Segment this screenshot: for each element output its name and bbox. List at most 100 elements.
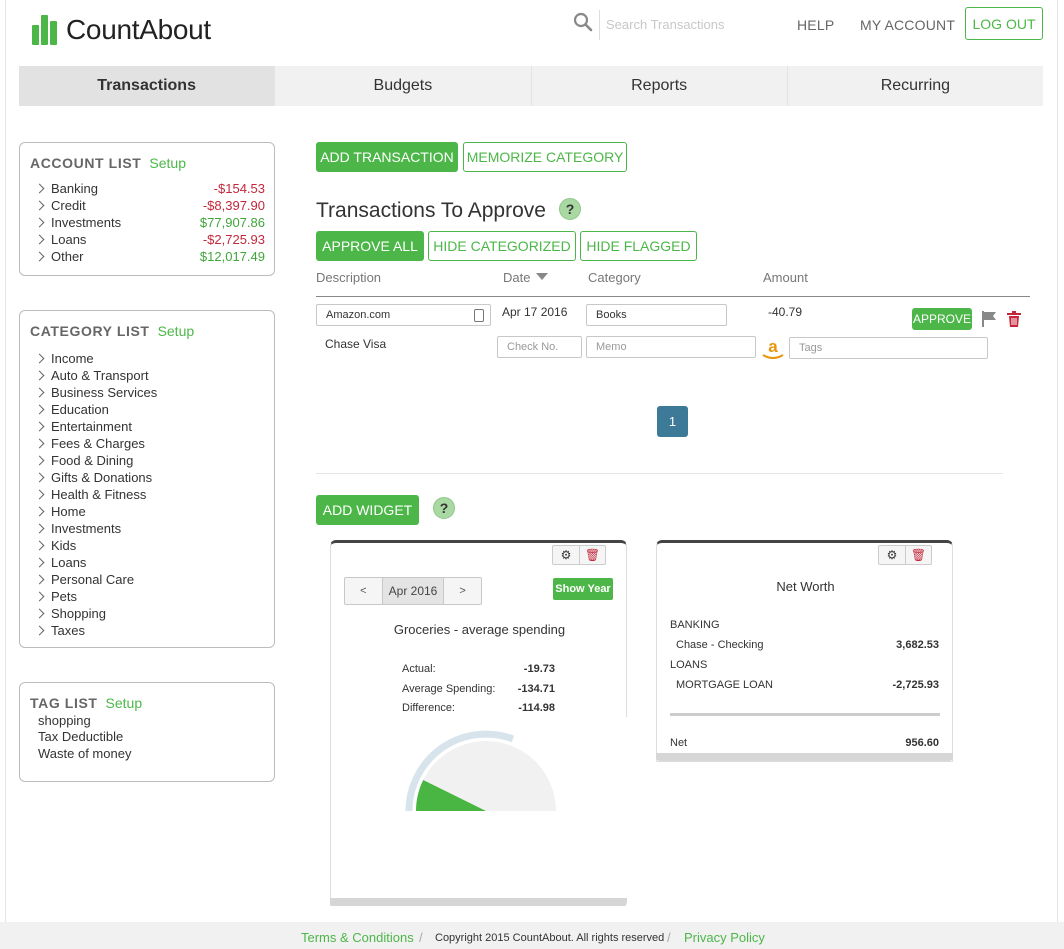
category-item[interactable]: Pets: [34, 588, 77, 605]
gear-icon[interactable]: ⚙: [879, 546, 905, 564]
account-item-investments[interactable]: Investments: [34, 214, 121, 231]
banking-account: Chase - Checking: [676, 639, 764, 651]
next-period-button[interactable]: >: [444, 578, 481, 604]
chevron-right-icon: [34, 404, 45, 415]
widget-toolbar: ⚙ 🗑: [552, 545, 606, 565]
account-setup-link[interactable]: Setup: [149, 155, 186, 171]
chevron-right-icon: [34, 438, 45, 449]
help-link[interactable]: HELP: [797, 17, 834, 33]
category-item[interactable]: Shopping: [34, 605, 106, 622]
hide-categorized-button[interactable]: HIDE CATEGORIZED: [428, 231, 576, 261]
category-item[interactable]: Loans: [34, 554, 86, 571]
approve-all-button[interactable]: APPROVE ALL: [316, 231, 424, 261]
column-category[interactable]: Category: [588, 270, 641, 285]
category-item[interactable]: Education: [34, 401, 109, 418]
net-value: 956.60: [905, 737, 939, 749]
widget-title: Groceries - average spending: [393, 622, 566, 637]
my-account-link[interactable]: MY ACCOUNT: [860, 17, 955, 33]
category-item[interactable]: Income: [34, 350, 94, 367]
transaction-amount: -40.79: [768, 305, 803, 319]
tag-item[interactable]: Tax Deductible: [38, 729, 123, 744]
account-item-banking[interactable]: Banking: [34, 180, 98, 197]
help-question-icon[interactable]: ?: [433, 497, 455, 519]
prev-period-button[interactable]: <: [345, 578, 382, 604]
tags-input[interactable]: Tags: [789, 337, 988, 359]
countabout-logo[interactable]: CountAbout: [32, 14, 211, 46]
logo-mark-icon: [32, 15, 58, 45]
search-icon[interactable]: [573, 12, 593, 32]
description-field[interactable]: Amazon.com: [316, 304, 491, 326]
edit-icon[interactable]: [474, 309, 484, 322]
loan-value: -2,725.93: [892, 679, 939, 691]
memo-input[interactable]: Memo: [586, 336, 756, 358]
category-item[interactable]: Auto & Transport: [34, 367, 149, 384]
add-widget-button[interactable]: ADD WIDGET: [316, 495, 419, 525]
category-field[interactable]: Books: [586, 304, 727, 326]
category-item[interactable]: Business Services: [34, 384, 157, 401]
category-item[interactable]: Taxes: [34, 622, 85, 639]
category-item[interactable]: Health & Fitness: [34, 486, 146, 503]
trash-icon[interactable]: 🗑: [579, 546, 605, 564]
trash-icon[interactable]: [1006, 310, 1022, 328]
chevron-right-icon: [34, 183, 45, 194]
category-item[interactable]: Investments: [34, 520, 121, 537]
approve-button[interactable]: APPROVE: [912, 308, 972, 330]
category-setup-link[interactable]: Setup: [158, 323, 195, 339]
privacy-link[interactable]: Privacy Policy: [684, 930, 765, 945]
column-date[interactable]: Date: [503, 270, 549, 285]
account-item-loans[interactable]: Loans: [34, 231, 86, 248]
chevron-right-icon: [34, 217, 45, 228]
trash-icon[interactable]: 🗑: [905, 546, 931, 564]
logout-button[interactable]: LOG OUT: [965, 7, 1043, 40]
category-item[interactable]: Food & Dining: [34, 452, 133, 469]
column-amount[interactable]: Amount: [763, 270, 808, 285]
tag-list-title: TAG LIST Setup: [30, 695, 143, 711]
category-item[interactable]: Home: [34, 503, 86, 520]
gear-icon[interactable]: ⚙: [553, 546, 579, 564]
help-question-icon[interactable]: ?: [559, 198, 581, 220]
page-1-button[interactable]: 1: [657, 406, 688, 437]
chevron-right-icon: [34, 523, 45, 534]
chevron-right-icon: [34, 455, 45, 466]
hide-flagged-button[interactable]: HIDE FLAGGED: [580, 231, 697, 261]
tag-item[interactable]: shopping: [38, 713, 91, 728]
account-list-title: ACCOUNT LIST Setup: [30, 155, 187, 171]
tag-setup-link[interactable]: Setup: [106, 695, 143, 711]
chevron-right-icon: [34, 387, 45, 398]
memorize-category-button[interactable]: MEMORIZE CATEGORY: [463, 142, 627, 172]
show-year-button[interactable]: Show Year: [553, 578, 613, 600]
chevron-right-icon: [34, 200, 45, 211]
loan-account: MORTGAGE LOAN: [676, 679, 773, 691]
check-number-input[interactable]: Check No.: [497, 336, 582, 358]
column-description[interactable]: Description: [316, 270, 381, 285]
category-item[interactable]: Personal Care: [34, 571, 134, 588]
difference-label: Difference:: [402, 702, 455, 714]
tab-recurring[interactable]: Recurring: [788, 66, 1043, 106]
category-item[interactable]: Kids: [34, 537, 76, 554]
groceries-widget: ⚙ 🗑 < Apr 2016 > Show Year Groceries - a…: [330, 540, 628, 909]
category-list-title: CATEGORY LIST Setup: [30, 323, 195, 339]
category-item[interactable]: Entertainment: [34, 418, 132, 435]
chevron-right-icon: [34, 591, 45, 602]
tag-item[interactable]: Waste of money: [38, 746, 131, 761]
period-selector: < Apr 2016 >: [344, 577, 482, 605]
tab-reports[interactable]: Reports: [532, 66, 788, 106]
tab-transactions[interactable]: Transactions: [19, 66, 276, 106]
main-nav: Transactions Budgets Reports Recurring: [19, 66, 1043, 106]
category-item[interactable]: Gifts & Donations: [34, 469, 152, 486]
search-input[interactable]: [606, 12, 776, 36]
account-amount-credit: -$8,397.90: [202, 198, 265, 213]
flag-icon[interactable]: [980, 310, 998, 328]
account-item-credit[interactable]: Credit: [34, 197, 86, 214]
footer: Terms & Conditions / Copyright 2015 Coun…: [0, 922, 1064, 949]
add-transaction-button[interactable]: ADD TRANSACTION: [316, 142, 458, 172]
account-item-other[interactable]: Other: [34, 248, 84, 265]
terms-link[interactable]: Terms & Conditions: [301, 930, 414, 945]
actual-label: Actual:: [402, 663, 436, 675]
widget-title: Net Worth: [776, 579, 835, 594]
header-divider: [316, 296, 1030, 297]
category-item[interactable]: Fees & Charges: [34, 435, 145, 452]
chevron-right-icon: [34, 370, 45, 381]
chevron-right-icon: [34, 506, 45, 517]
tab-budgets[interactable]: Budgets: [275, 66, 532, 106]
